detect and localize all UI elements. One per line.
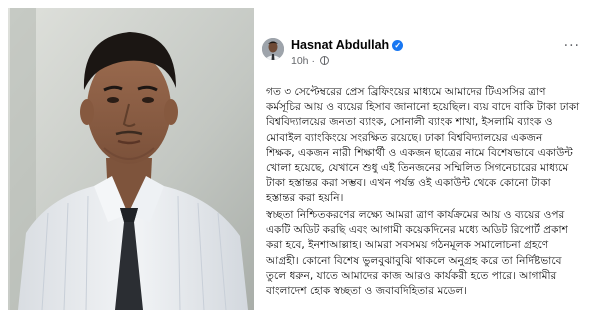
post-meta: 10h · (291, 55, 329, 67)
post-text-line: স্বচ্ছতা নিশ্চিতকরণের লক্ষ্যে আমরা ত্রাণ… (266, 209, 565, 221)
facebook-post: Hasnat Abdullah ✓ 10h · ··· গত ৩ সেপ্টেম্… (254, 8, 594, 310)
post-paragraph-2: স্বচ্ছতা নিশ্চিতকরণের লক্ষ্যে আমরা ত্রাণ… (266, 208, 588, 299)
post-text-line: বিশ্ববিদ্যালয়ের জনতা ব্যাংক, সোনালী ব্য… (266, 116, 553, 129)
post-text-line: টাকা হস্তান্তর করা সম্ভব। এখন পর্যন্ত ওই… (266, 177, 551, 190)
post-text-line: শিক্ষক, একজন নারী শিক্ষার্থী ও একজন ছাত্… (266, 146, 573, 159)
author-name[interactable]: Hasnat Abdullah ✓ (291, 38, 404, 52)
post-text-line: হস্তান্তর করা হয়নি। (266, 192, 344, 205)
post-text-line: মোবাইল ব্যাংকিংয়ে সংরক্ষিত রয়েছে। ঢাকা… (266, 131, 543, 144)
meta-separator: · (311, 55, 315, 67)
post-text-line: তুলে ধরুন, যাতে আমাদের কাজ আরও কার্যকরী … (266, 269, 557, 282)
profile-photo (8, 8, 254, 310)
post-text-line: আগ্রহী। কোনো বিশেষ ভুলবুঝাবুঝি থাকলে অনু… (266, 254, 562, 267)
globe-icon (319, 56, 329, 65)
post-text-line: গত ৩ সেপ্টেম্বরের প্রেস ব্রিফিংয়ের মাধ্… (266, 86, 546, 98)
post-text-line: করা হবে, ইনশাআল্লাহ। আমরা সবসময় গঠনমূলক… (266, 239, 549, 252)
post-time[interactable]: 10h (291, 55, 309, 67)
screenshot-frame: Hasnat Abdullah ✓ 10h · ··· গত ৩ সেপ্টেম্… (0, 0, 600, 318)
more-options-icon[interactable]: ··· (564, 38, 580, 54)
avatar-image (262, 38, 284, 60)
author-name-text[interactable]: Hasnat Abdullah (291, 38, 389, 52)
verified-badge-icon: ✓ (392, 40, 404, 51)
post-paragraph-1: গত ৩ সেপ্টেম্বরের প্রেস ব্রিফিংয়ের মাধ্… (266, 85, 588, 207)
portrait-image (8, 8, 254, 310)
post-text-line: খোলা হয়েছে, যেখানে শুধু এই তিনজনের সম্ম… (266, 162, 569, 175)
author-avatar[interactable] (262, 38, 284, 60)
post-text-line: বাংলাদেশ হোক স্বচ্ছতা ও জবাবদিহিতার মডেল… (266, 285, 468, 298)
post-text-line: কর্মসূচির আয় ও ব্যয়ের হিসাব জানানো হয়… (266, 101, 580, 114)
post-text-line: একটি অডিট করছি এবং আগামী কয়েকদিনের মধ্য… (266, 224, 568, 237)
